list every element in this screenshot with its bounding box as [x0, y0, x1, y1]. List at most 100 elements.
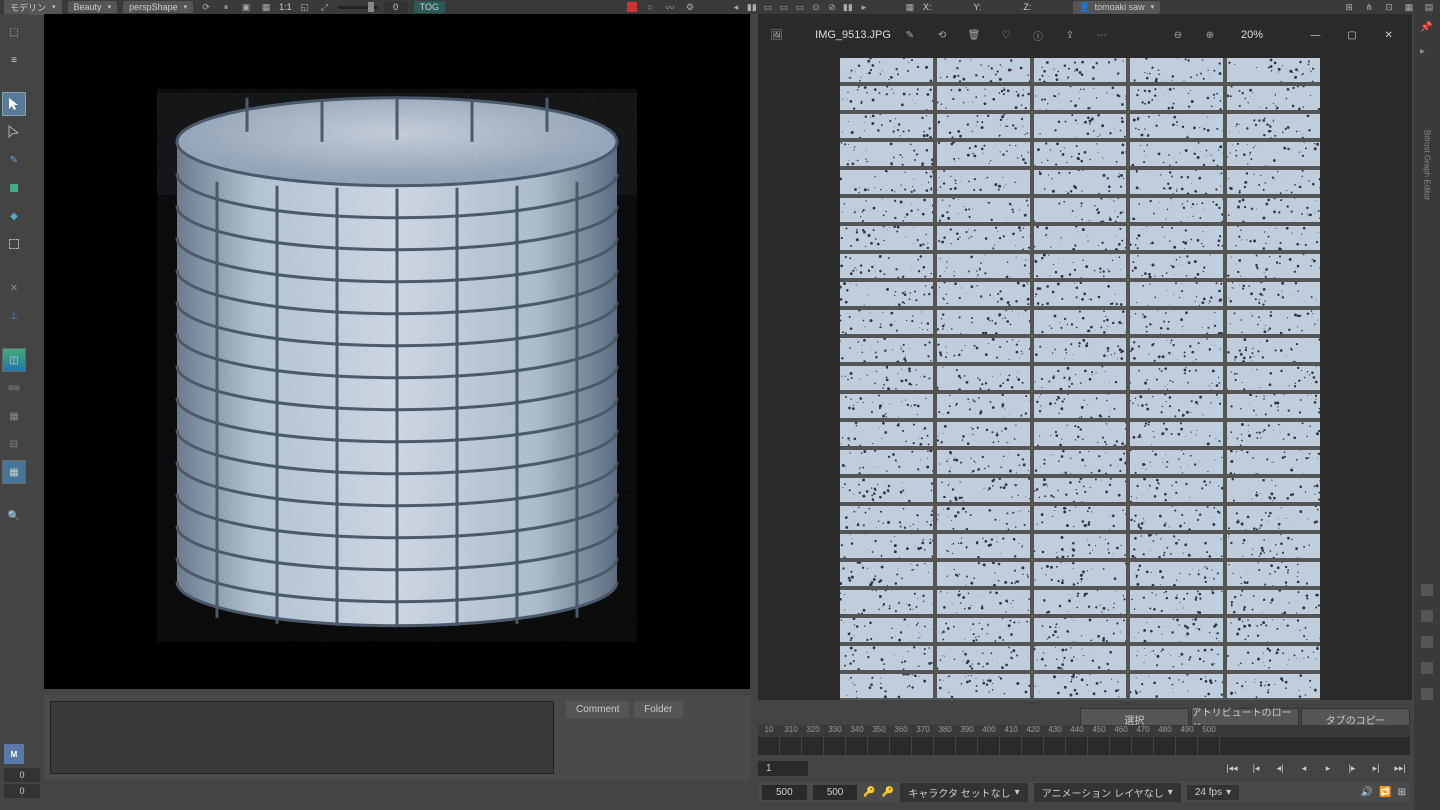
step-back-icon[interactable]: ◂ — [729, 0, 743, 14]
play-icon[interactable]: ▸ — [857, 0, 871, 14]
current-frame[interactable]: 1 — [758, 761, 808, 776]
go-end-icon[interactable]: ▸▸| — [1390, 760, 1410, 776]
refresh-icon[interactable]: ⟳ — [199, 0, 213, 14]
info-icon[interactable]: ⓘ — [1029, 26, 1047, 44]
list-icon[interactable]: ⊟ — [2, 432, 26, 456]
render-mode-selector[interactable]: Beauty — [68, 1, 118, 13]
texture-tile — [937, 226, 1030, 250]
slot-2[interactable] — [1421, 610, 1433, 622]
brush-tool[interactable]: ✎ — [2, 148, 26, 172]
circle-icon[interactable]: ○ — [643, 0, 657, 14]
panel-icon[interactable]: ▤ — [1422, 0, 1436, 14]
play-back-icon[interactable]: ▮▮ — [745, 0, 759, 14]
timeline[interactable]: 1031032033034035036037038039040041042043… — [758, 725, 1410, 755]
loop-icon[interactable]: 🔁 — [1379, 787, 1391, 798]
pin-icon[interactable]: 📌 — [1420, 22, 1434, 36]
axis-tool[interactable]: ⊥ — [2, 304, 26, 328]
slot-1[interactable] — [1421, 584, 1433, 596]
record-icon[interactable] — [627, 2, 637, 12]
sound-icon[interactable]: 🔊 — [1361, 787, 1373, 798]
hamburger-icon[interactable]: ≡ — [2, 48, 26, 72]
move-tool[interactable] — [2, 176, 26, 200]
clip-1-icon[interactable]: ▭ — [761, 0, 775, 14]
edit-image-icon[interactable]: ✎ — [901, 26, 919, 44]
range-end[interactable]: 500 — [813, 785, 858, 800]
tab-comment[interactable]: Comment — [566, 701, 629, 718]
texture-tile — [1130, 506, 1223, 530]
camera-selector[interactable]: perspShape — [123, 1, 193, 13]
delete-icon[interactable]: 🗑 — [965, 26, 983, 44]
texture-tile — [1227, 394, 1320, 418]
expand-icon[interactable]: ⤢ — [318, 0, 332, 14]
rotate-tool[interactable]: ◆ — [2, 204, 26, 228]
workspace-selector[interactable]: モデリン — [4, 0, 62, 15]
shelf-1[interactable]: ◫ — [2, 348, 26, 372]
tab-folder[interactable]: Folder — [634, 701, 682, 718]
texture-tool[interactable]: ▦ — [2, 460, 26, 484]
render-viewport[interactable] — [44, 14, 750, 689]
cycle-icon[interactable]: ⊙ — [809, 0, 823, 14]
link-icon[interactable]: ⊘ — [825, 0, 839, 14]
next-key-icon[interactable]: |▸ — [1342, 760, 1362, 776]
play-back-icon[interactable]: ◂ — [1294, 760, 1314, 776]
texture-tile — [1130, 674, 1223, 698]
tog-button[interactable]: TOG — [414, 1, 445, 13]
select-tool[interactable] — [2, 92, 26, 116]
go-start-icon[interactable]: |◂◂ — [1222, 760, 1242, 776]
gear-icon[interactable]: ⚙ — [683, 0, 697, 14]
maximize-icon[interactable]: ▢ — [1339, 25, 1366, 45]
scale-tool[interactable] — [2, 232, 26, 256]
snapshot-icon[interactable]: ▦ — [259, 0, 273, 14]
anim-layer-selector[interactable]: アニメーション レイヤなし ▾ — [1034, 783, 1181, 802]
snap-icon[interactable]: ⊡ — [1382, 0, 1396, 14]
clip-3-icon[interactable]: ▭ — [793, 0, 807, 14]
step-back-icon[interactable]: |◂ — [1246, 760, 1266, 776]
exposure-slider[interactable] — [338, 6, 378, 9]
pointer-icon[interactable]: ▸ — [1420, 46, 1434, 60]
grid-small-icon[interactable]: ⊞⊞ — [2, 376, 26, 400]
user-menu[interactable]: 👤 tomoaki saw — [1073, 1, 1160, 14]
magnet-icon[interactable]: ⋔ — [1362, 0, 1376, 14]
lasso-tool[interactable] — [2, 120, 26, 144]
camera-icon[interactable]: ▣ — [239, 0, 253, 14]
axis-icon[interactable]: ▦ — [903, 0, 917, 14]
grid-icon[interactable]: ⊞ — [1342, 0, 1356, 14]
play-fwd-icon[interactable]: ▸ — [1318, 760, 1338, 776]
aspect-icon[interactable]: ◱ — [298, 0, 312, 14]
maya-icon[interactable]: M — [4, 744, 24, 764]
grid-tool[interactable]: ▦ — [2, 404, 26, 428]
close-icon[interactable]: ✕ — [1375, 25, 1402, 45]
slot-3[interactable] — [1421, 636, 1433, 648]
fps-selector[interactable]: 24 fps ▾ — [1187, 785, 1239, 800]
step-fwd-icon[interactable]: ▸| — [1366, 760, 1386, 776]
settings-icon[interactable]: ⊞ — [1398, 787, 1406, 798]
y-label: Y: — [973, 2, 981, 12]
layout-icon[interactable]: ▦ — [1402, 0, 1416, 14]
rotate-image-icon[interactable]: ⟲ — [933, 26, 951, 44]
share-icon[interactable]: ⇪ — [1061, 26, 1079, 44]
slot-5[interactable] — [1421, 688, 1433, 700]
waves-icon[interactable]: 〰 — [663, 0, 677, 14]
minimize-icon[interactable]: — — [1302, 25, 1329, 45]
zoom-in-icon[interactable]: ⊕ — [1201, 26, 1219, 44]
more-icon[interactable]: ⋯ — [1093, 26, 1111, 44]
zoom-out-icon[interactable]: ⊖ — [1169, 26, 1187, 44]
right-slim-bar: 📌 ▸ Bifrost Graph Editor — [1414, 14, 1440, 810]
pivot-tool[interactable]: ✕ — [2, 276, 26, 300]
key-icon[interactable]: 🔑 — [863, 787, 875, 798]
cursor-icon[interactable]: ⬚ — [2, 20, 26, 44]
pause2-icon[interactable]: ▮▮ — [841, 0, 855, 14]
prev-key-icon[interactable]: ◂| — [1270, 760, 1290, 776]
key2-icon[interactable]: 🔑 — [882, 787, 894, 798]
timeline-track[interactable] — [758, 737, 1410, 755]
pause-icon[interactable]: ⏸ — [219, 0, 233, 14]
clip-2-icon[interactable]: ▭ — [777, 0, 791, 14]
favorite-icon[interactable]: ♡ — [997, 26, 1015, 44]
range-start[interactable]: 500 — [762, 785, 807, 800]
search-icon[interactable]: 🔍 — [2, 504, 26, 528]
charset-selector[interactable]: キャラクタ セットなし ▾ — [900, 783, 1027, 802]
script-editor[interactable] — [50, 701, 554, 774]
texture-image[interactable] — [838, 58, 1322, 700]
image-icon[interactable]: 🖼 — [768, 26, 785, 44]
slot-4[interactable] — [1421, 662, 1433, 674]
